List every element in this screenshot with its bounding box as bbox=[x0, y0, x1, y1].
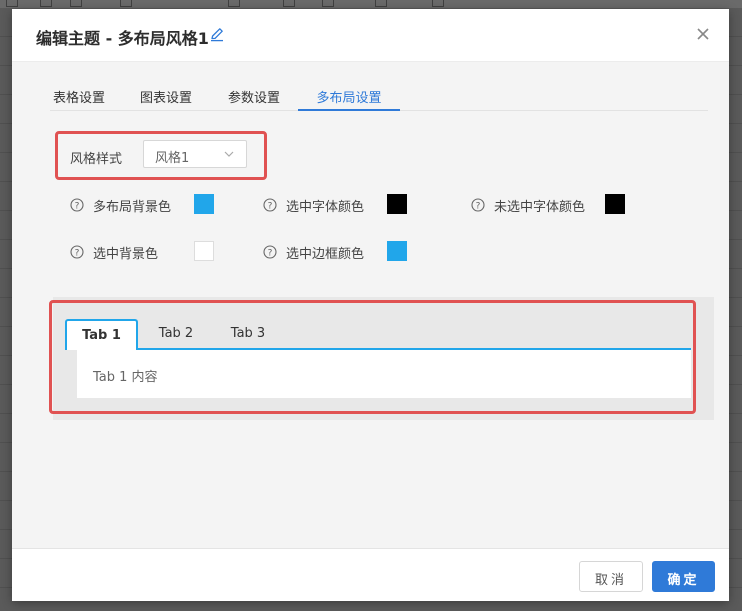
preview-tab-label: Tab 2 bbox=[158, 326, 194, 341]
dialog-footer: 取消 确定 bbox=[12, 548, 729, 601]
color-swatch[interactable] bbox=[194, 241, 214, 261]
edit-theme-dialog: 编辑主题 - 多布局风格1 表格设置 图表设置 参数设置 多布局设置 风格样式 … bbox=[12, 9, 729, 601]
svg-text:?: ? bbox=[476, 202, 481, 212]
dialog-title: 编辑主题 - 多布局风格1 bbox=[36, 29, 209, 48]
toolbar-icon bbox=[40, 0, 52, 7]
style-select-value: 风格1 bbox=[155, 151, 190, 166]
tab-chart-settings[interactable]: 图表设置 bbox=[137, 87, 195, 109]
toolbar-icon bbox=[283, 0, 295, 7]
toolbar-icon bbox=[6, 0, 18, 7]
toolbar-icon bbox=[322, 0, 334, 7]
close-icon[interactable] bbox=[695, 26, 711, 42]
prop-label: 未选中字体颜色 bbox=[494, 200, 586, 215]
color-swatch[interactable] bbox=[194, 194, 214, 214]
chevron-down-icon bbox=[224, 151, 234, 157]
prop-label: 选中边框颜色 bbox=[286, 247, 365, 262]
prop-label: 多布局背景色 bbox=[93, 200, 172, 215]
color-swatch[interactable] bbox=[387, 241, 407, 261]
preview-tab-content: Tab 1 内容 bbox=[77, 350, 691, 398]
settings-tabs: 表格设置 图表设置 参数设置 多布局设置 bbox=[50, 87, 708, 111]
tab-table-settings[interactable]: 表格设置 bbox=[50, 87, 108, 109]
toolbar-icon bbox=[70, 0, 82, 7]
help-icon[interactable]: ? bbox=[471, 198, 485, 212]
cancel-button[interactable]: 取消 bbox=[579, 561, 643, 592]
help-icon[interactable]: ? bbox=[70, 198, 84, 212]
ok-label: 确定 bbox=[667, 573, 700, 588]
pencil-icon[interactable] bbox=[209, 26, 225, 42]
preview-tab-bar: Tab 1 Tab 2 Tab 3 bbox=[65, 319, 691, 350]
background-toolbar bbox=[0, 0, 742, 8]
dialog-header: 编辑主题 - 多布局风格1 bbox=[12, 9, 729, 62]
toolbar-icon bbox=[432, 0, 444, 7]
ok-button[interactable]: 确定 bbox=[652, 561, 715, 592]
help-icon[interactable]: ? bbox=[70, 245, 84, 259]
preview-tab-3[interactable]: Tab 3 bbox=[218, 319, 278, 348]
cancel-label: 取消 bbox=[594, 573, 627, 588]
svg-text:?: ? bbox=[75, 202, 80, 212]
toolbar-icon bbox=[120, 0, 132, 7]
style-select[interactable]: 风格1 bbox=[143, 140, 247, 168]
prop-label: 选中背景色 bbox=[93, 247, 159, 262]
toolbar-icon bbox=[228, 0, 240, 7]
preview-tab-label: Tab 1 bbox=[82, 328, 121, 343]
preview-content-text: Tab 1 内容 bbox=[93, 370, 158, 385]
tab-multi-layout-settings[interactable]: 多布局设置 bbox=[298, 87, 400, 111]
tab-param-settings[interactable]: 参数设置 bbox=[225, 87, 283, 109]
preview-tab-1[interactable]: Tab 1 bbox=[65, 319, 138, 350]
help-icon[interactable]: ? bbox=[263, 198, 277, 212]
svg-text:?: ? bbox=[75, 249, 80, 259]
preview-tab-label: Tab 3 bbox=[230, 326, 266, 341]
svg-text:?: ? bbox=[268, 202, 273, 212]
style-label: 风格样式 bbox=[70, 152, 123, 167]
help-icon[interactable]: ? bbox=[263, 245, 277, 259]
prop-label: 选中字体颜色 bbox=[286, 200, 365, 215]
preview-tab-2[interactable]: Tab 2 bbox=[146, 319, 206, 348]
color-swatch[interactable] bbox=[387, 194, 407, 214]
color-swatch[interactable] bbox=[605, 194, 625, 214]
svg-text:?: ? bbox=[268, 249, 273, 259]
toolbar-icon bbox=[375, 0, 387, 7]
